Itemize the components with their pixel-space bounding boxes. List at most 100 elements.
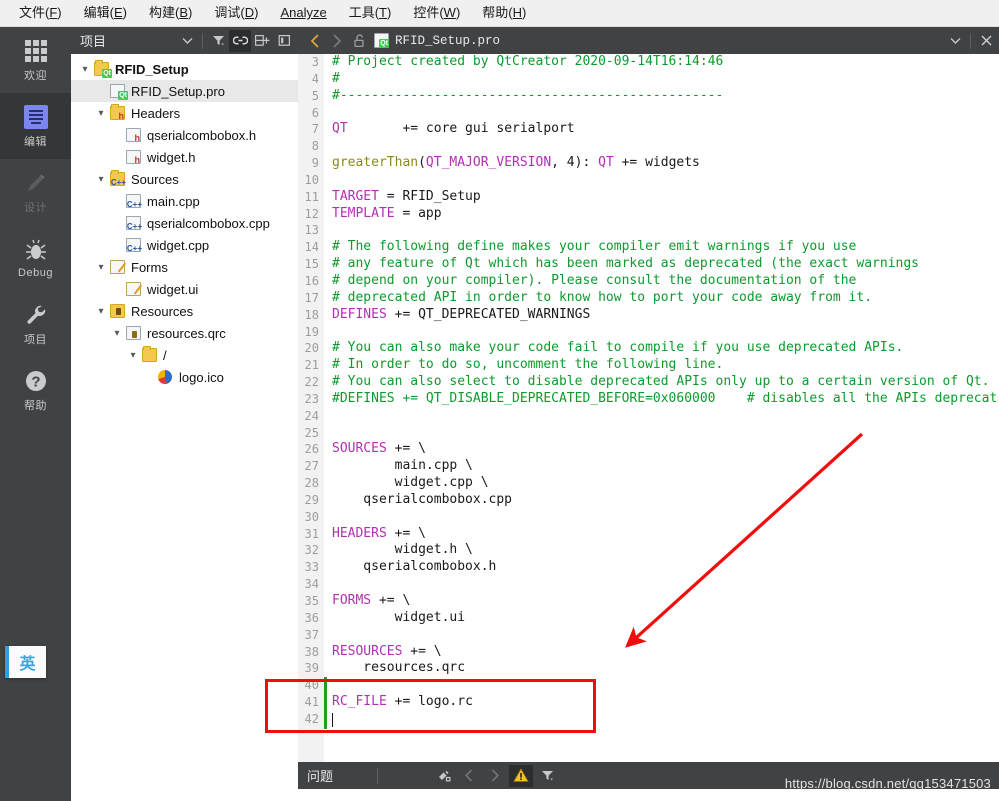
line-number: 40	[298, 677, 324, 695]
next-issue-icon[interactable]	[483, 765, 507, 787]
mode-item-2[interactable]: 设计	[0, 159, 71, 225]
filter-icon[interactable]	[207, 30, 229, 52]
code-span: += \	[371, 593, 411, 608]
mode-item-0[interactable]: 欢迎	[0, 27, 71, 93]
line-number: 8	[298, 138, 324, 156]
tree-item-label: Sources	[131, 171, 179, 187]
code-span: resources.qrc	[332, 660, 466, 676]
menu-item-0[interactable]: 文件(F)	[10, 1, 71, 25]
ime-indicator[interactable]: 英	[5, 646, 46, 678]
tree-item-14[interactable]: logo.ico	[71, 366, 298, 388]
code-line: 16 # depend on your compiler). Please con…	[298, 272, 999, 290]
tree-item-9[interactable]: ▾ Forms	[71, 256, 298, 278]
code-editor[interactable]: 3 # Project created by QtCreator 2020-09-…	[298, 54, 999, 762]
tree-item-1[interactable]: Qt RFID_Setup.pro	[71, 80, 298, 102]
tree-expander-icon[interactable]: ▾	[93, 306, 109, 317]
tree-item-label: RFID_Setup	[115, 61, 189, 77]
menu-item-6[interactable]: 控件(W)	[404, 1, 469, 25]
unlock-icon[interactable]	[348, 30, 370, 52]
tabbar-divider	[970, 32, 971, 49]
mode-item-label: Debug	[18, 266, 53, 279]
sidebar-icon[interactable]	[273, 30, 295, 52]
code-span: greaterThan	[332, 155, 419, 171]
link-icon[interactable]	[229, 29, 251, 52]
chevron-down-icon[interactable]	[176, 30, 198, 52]
warning-icon[interactable]	[509, 764, 534, 787]
tree-item-8[interactable]: C++ widget.cpp	[71, 234, 298, 256]
mode-item-1[interactable]: 编辑	[0, 93, 71, 159]
code-line: 42	[298, 710, 999, 728]
tree-item-6[interactable]: C++ main.cpp	[71, 190, 298, 212]
menu-item-3[interactable]: 调试(D)	[205, 1, 267, 25]
clear-icon[interactable]	[431, 765, 455, 787]
menu-item-text: 文件(	[19, 5, 50, 20]
code-line-text: qserialcombobox.cpp	[324, 492, 512, 509]
tree-item-11[interactable]: ▾ Resources	[71, 300, 298, 322]
tree-expander-icon[interactable]: ▾	[93, 108, 109, 119]
filter-icon[interactable]	[535, 765, 559, 787]
svg-text:?: ?	[31, 373, 40, 390]
tree-item-4[interactable]: h widget.h	[71, 146, 298, 168]
menu-item-4[interactable]: Analyze	[271, 1, 335, 25]
code-line: 36 widget.ui	[298, 609, 999, 627]
tree-item-12[interactable]: ▾ resources.qrc	[71, 322, 298, 344]
line-number: 41	[298, 694, 324, 711]
menu-item-5[interactable]: 工具(T)	[340, 1, 401, 25]
code-span: (	[418, 155, 426, 171]
tree-item-13[interactable]: ▾ /	[71, 344, 298, 366]
mode-item-5[interactable]: ? 帮助	[0, 357, 71, 423]
mode-item-3[interactable]: Debug	[0, 225, 71, 291]
code-line: 15 # any feature of Qt which has been mar…	[298, 256, 999, 273]
editor-area: Qt RFID_Setup.pro 3 # Project created by …	[298, 27, 999, 801]
code-line-text: widget.ui	[324, 610, 465, 627]
code-span: qserialcombobox.cpp	[332, 491, 513, 507]
menu-item-2[interactable]: 构建(B)	[140, 1, 201, 25]
code-span: # deprecated API in order to know how to…	[332, 289, 873, 305]
code-line: 40	[298, 677, 999, 695]
tree-expander-icon[interactable]: ▾	[93, 174, 109, 185]
tree-item-7[interactable]: C++ qserialcombobox.cpp	[71, 212, 298, 234]
menu-item-tail: )	[455, 5, 461, 20]
code-line-text: DEFINES += QT_DEPRECATED_WARNINGS	[324, 307, 590, 324]
forward-arrow-icon[interactable]	[326, 30, 348, 52]
tree-item-5[interactable]: ▾ C++ Sources	[71, 168, 298, 190]
menu-item-1[interactable]: 编辑(E)	[75, 1, 136, 25]
project-panel-title: 项目	[80, 34, 107, 49]
code-line: 11 TARGET = RFID_Setup	[298, 188, 999, 206]
forms-folder-icon	[109, 259, 127, 275]
code-line: 23 #DEFINES += QT_DISABLE_DEPRECATED_BEFO…	[298, 390, 999, 408]
chevron-down-icon[interactable]	[944, 30, 966, 52]
line-number: 30	[298, 508, 324, 526]
split-icon[interactable]	[251, 30, 273, 52]
menu-item-7[interactable]: 帮助(H)	[473, 1, 535, 25]
tree-item-2[interactable]: ▾ h Headers	[71, 102, 298, 124]
line-number: 10	[298, 171, 324, 189]
tree-item-label: qserialcombobox.h	[147, 127, 257, 143]
tree-item-0[interactable]: ▾ Qt RFID_Setup	[71, 58, 298, 80]
code-line: 37	[298, 626, 999, 644]
code-line-text: # deprecated API in order to know how to…	[324, 290, 872, 307]
prev-issue-icon[interactable]	[457, 765, 481, 787]
qt-pro-file-icon: Qt	[374, 33, 389, 48]
back-arrow-icon[interactable]	[304, 30, 326, 52]
tree-item-label: RFID_Setup.pro	[131, 83, 225, 99]
tree-expander-icon[interactable]: ▾	[125, 350, 141, 361]
menu-item-tail: )	[254, 5, 259, 20]
active-editor-tab[interactable]: Qt RFID_Setup.pro	[374, 33, 944, 48]
tree-expander-icon[interactable]: ▾	[77, 64, 93, 75]
close-icon[interactable]	[975, 30, 997, 52]
tree-item-3[interactable]: h qserialcombobox.h	[71, 124, 298, 146]
tree-expander-icon[interactable]: ▾	[93, 262, 109, 273]
mode-item-4[interactable]: 项目	[0, 291, 71, 357]
code-line-text: # You can also make your code fail to co…	[324, 340, 903, 357]
tree-expander-icon[interactable]: ▾	[109, 328, 125, 339]
project-tree[interactable]: ▾ Qt RFID_Setup Qt RFID_Setup.pro ▾ h Headers h q…	[71, 54, 298, 388]
code-span: , 4):	[551, 155, 599, 171]
tree-item-10[interactable]: widget.ui	[71, 278, 298, 300]
code-span: TEMPLATE	[332, 205, 395, 221]
code-line-text: resources.qrc	[324, 660, 465, 677]
menu-item-tail: )	[188, 5, 193, 20]
